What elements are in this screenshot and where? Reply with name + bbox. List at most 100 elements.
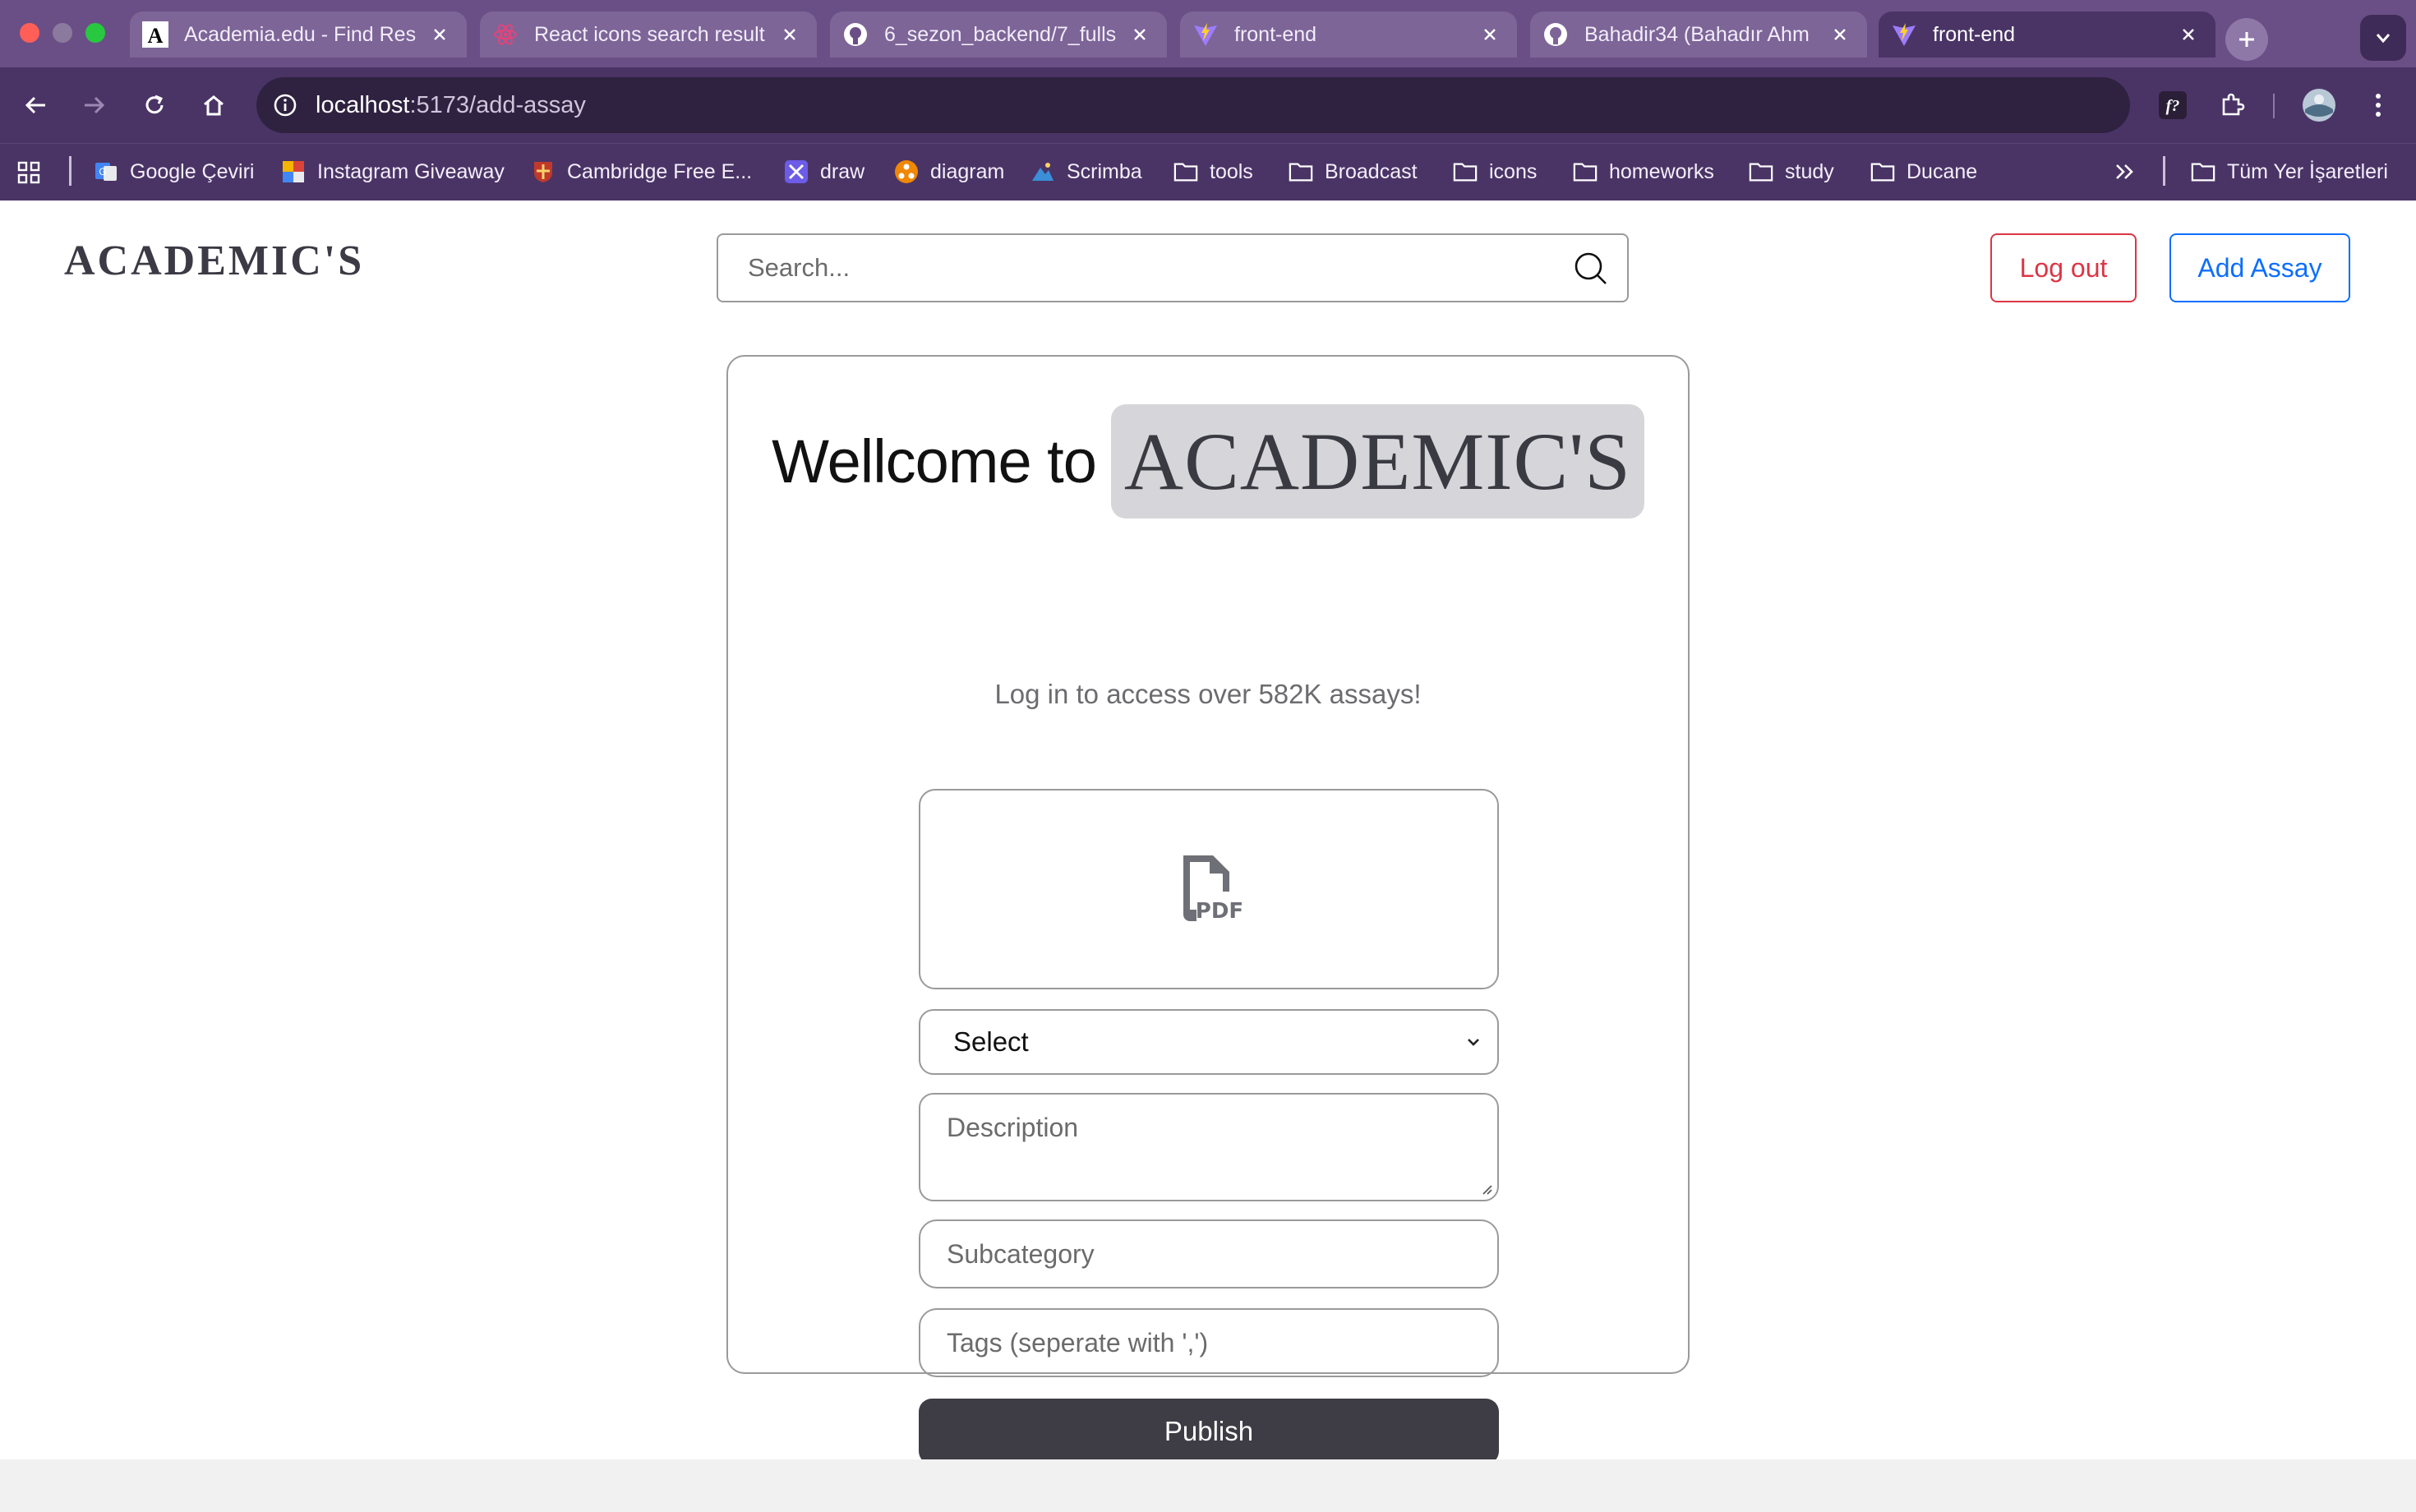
subcategory-input[interactable]: Subcategory [919,1219,1499,1288]
profile-avatar[interactable] [2299,85,2339,125]
arrow-right-icon [85,96,105,114]
search-input[interactable] [746,252,1571,284]
double-chevron-right-icon [2116,164,2133,179]
draw-icon [784,159,809,184]
bookmark-folder-broadcast[interactable]: Broadcast [1289,154,1418,189]
search-box [717,233,1629,302]
bookmark-label: Cambridge Free E... [567,159,753,183]
bookmark-folder-icons[interactable]: icons [1453,154,1537,189]
tab-close-icon[interactable] [1127,22,1152,47]
welcome-heading: Wellcome to ACADEMIC'S [728,404,1688,519]
tab-title: Bahadir34 (Bahadır Ahm [1584,22,1810,46]
footer-band [0,1459,2416,1512]
bookmark-google-translate[interactable]: G Google Çeviri [94,154,254,189]
bookmark-diagram[interactable]: diagram [894,154,1004,189]
cambridge-icon [531,159,556,184]
new-tab-button[interactable] [2225,18,2268,61]
more-vertical-icon [2376,94,2381,117]
bookmark-folder-study[interactable]: study [1749,154,1834,189]
bookmark-label: Broadcast [1325,159,1418,183]
home-button[interactable] [194,85,233,125]
bookmark-label: Google Çeviri [130,159,255,183]
tab-title: front-end [1234,22,1317,46]
extension-formula-button[interactable]: f? [2153,85,2192,125]
google-translate-icon: G [94,159,118,184]
browser-tab[interactable]: A Academia.edu - Find Res [130,12,467,58]
category-select[interactable]: Select [919,1009,1499,1075]
window-minimize-control[interactable] [53,23,72,43]
svg-text:A: A [148,24,164,48]
tab-close-icon[interactable] [777,22,802,47]
diagram-icon [894,159,919,184]
bookmark-instagram-giveaway[interactable]: Instagram Giveaway [281,154,505,189]
tags-placeholder: Tags (seperate with ',') [947,1327,1209,1358]
bookmark-label: study [1785,159,1834,183]
bookmark-folder-homeworks[interactable]: homeworks [1573,154,1714,189]
tab-title: Academia.edu - Find Res [184,22,417,46]
add-assay-button[interactable]: Add Assay [2169,233,2350,302]
address-bar[interactable]: localhost:5173/add-assay [256,77,2130,133]
browser-tab-bar: A Academia.edu - Find Res React icons se… [0,0,2416,67]
vite-icon [1192,21,1220,48]
resize-handle-icon[interactable] [1479,1182,1492,1195]
site-info-icon[interactable] [273,93,297,118]
pdf-upload-dropzone[interactable]: PDF [919,789,1499,989]
browser-tab[interactable]: React icons search result [480,12,817,58]
tab-close-icon[interactable] [427,22,452,47]
description-textarea[interactable]: Description [919,1093,1499,1201]
welcome-subtitle: Log in to access over 582K assays! [994,679,1422,709]
reload-button[interactable] [135,85,174,125]
logout-button[interactable]: Log out [1990,233,2137,302]
bookmark-scrimba[interactable]: Scrimba [1030,154,1142,189]
all-bookmarks-button[interactable]: Tüm Yer İşaretleri [2191,154,2388,189]
search-icon[interactable] [1571,249,1609,287]
forward-button[interactable] [74,85,113,125]
bookmarks-divider [69,156,71,186]
apps-grid-icon [17,161,40,184]
home-icon [204,95,224,116]
reload-icon [145,94,164,114]
tags-input[interactable]: Tags (seperate with ',') [919,1308,1499,1377]
academia-icon: A [141,21,169,48]
avatar-icon [2303,89,2335,122]
description-placeholder: Description [947,1113,1079,1142]
browser-tab[interactable]: front-end [1180,12,1517,58]
bookmark-draw[interactable]: draw [784,154,865,189]
browser-tab[interactable]: 6_sezon_backend/7_fulls [830,12,1167,58]
bookmark-label: Scrimba [1067,159,1142,183]
url-path: :5173/add-assay [409,91,586,118]
extensions-button[interactable] [2212,85,2252,125]
tab-close-icon[interactable] [1828,22,1852,47]
bookmark-folder-tools[interactable]: tools [1173,154,1253,189]
arrow-left-icon [25,96,45,114]
url-text: localhost:5173/add-assay [316,92,586,119]
chevron-down-icon [1468,1039,1479,1046]
all-bookmarks-label: Tüm Yer İşaretleri [2227,159,2388,183]
window-close-control[interactable] [20,23,39,43]
folder-icon [1749,159,1773,184]
url-host: localhost [316,91,410,118]
brand-logo[interactable]: ACADEMIC'S [64,237,364,285]
browser-menu-button[interactable] [2358,85,2398,125]
tab-close-icon[interactable] [1478,22,1502,47]
bookmark-cambridge[interactable]: Cambridge Free E... [531,154,752,189]
formula-icon: f? [2159,91,2187,119]
browser-tab[interactable]: Bahadir34 (Bahadır Ahm [1530,12,1867,58]
bookmark-folder-ducane[interactable]: Ducane [1870,154,1977,189]
svg-text:PDF: PDF [1196,899,1243,924]
tab-search-button[interactable] [2360,15,2406,61]
publish-button[interactable]: Publish [919,1399,1499,1464]
subcategory-placeholder: Subcategory [947,1238,1095,1269]
window-zoom-control[interactable] [85,23,105,43]
browser-tab-active[interactable]: front-end [1879,12,2215,58]
back-button[interactable] [16,85,56,125]
scrimba-icon [1030,159,1055,184]
bookmarks-overflow-button[interactable] [2114,154,2137,189]
react-icon [491,21,519,48]
bookmark-label: tools [1210,159,1253,183]
tab-close-icon[interactable] [2176,22,2201,47]
apps-button[interactable] [16,155,41,190]
github-icon [1542,21,1570,48]
welcome-text: Wellcome to [772,427,1097,496]
plus-icon [2239,32,2254,47]
